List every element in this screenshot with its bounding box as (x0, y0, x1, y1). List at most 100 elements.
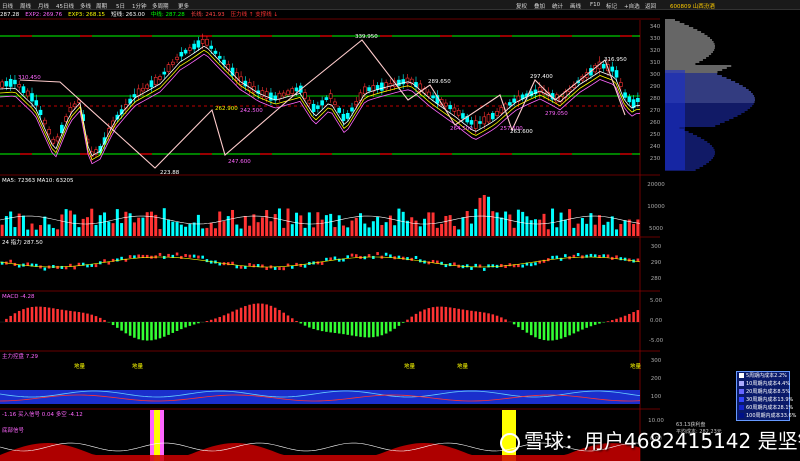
cost-legend-row: 5周期内成本2.2% (737, 372, 789, 380)
volume-bar (440, 223, 444, 236)
volume-bar (619, 224, 623, 236)
panel3-bar (448, 263, 452, 267)
volume-bar (13, 227, 17, 236)
candle-body (132, 94, 137, 98)
candle-body (427, 91, 431, 97)
volume-marker: 地量 (457, 362, 469, 370)
volume-bar (145, 212, 149, 236)
candle-body (311, 103, 316, 112)
panel3-bar (43, 267, 47, 271)
candle-body (239, 76, 243, 85)
volume-bar (346, 227, 350, 236)
panel3-bar (508, 263, 512, 267)
panel3-bar (470, 266, 473, 270)
volume-bar (235, 224, 239, 236)
candle-body (508, 102, 512, 106)
panel3-bar (184, 254, 187, 258)
panel3-bar (278, 267, 281, 271)
legend-swatch (739, 413, 744, 418)
candle-body (21, 86, 26, 93)
price-axis-label: 330 (650, 36, 661, 42)
volume-bar (423, 218, 427, 236)
macd-axis-label: 5.00 (650, 298, 663, 304)
volume-bar (371, 221, 375, 236)
volume-bar (316, 212, 320, 236)
candle-body (171, 61, 175, 65)
legend-label: 30周期内成本13.9% (746, 397, 794, 403)
price-axis-label: 240 (650, 144, 661, 150)
volume-bar (474, 208, 478, 236)
volume-bar (0, 224, 4, 236)
volume-bar (376, 216, 380, 236)
volume-bar (196, 214, 200, 236)
volume-bar (124, 211, 128, 236)
candle-body (192, 43, 196, 50)
panel3-bar (589, 253, 593, 257)
snowball-logo-icon (500, 432, 520, 453)
volume-bar (499, 217, 503, 236)
legend-swatch (739, 381, 744, 386)
volume-bar (73, 214, 77, 236)
candle-body (0, 81, 4, 88)
candle-body (47, 129, 51, 135)
panel3-bar (137, 254, 140, 258)
stock-chart[interactable]: 340 330 320 310 300 290 280 270 260 250 240 230 310.… (0, 0, 800, 461)
panel3-bar (615, 255, 618, 259)
panel3-bar (60, 265, 64, 269)
panel3-bar (551, 255, 554, 259)
volume-bar (201, 228, 205, 236)
panel3-bar (180, 255, 183, 259)
candle-body (209, 45, 213, 49)
volume-bar (260, 217, 264, 236)
volume-bar (98, 215, 102, 236)
volume-bar (179, 224, 183, 236)
panel3-bar (290, 265, 294, 269)
candle-body (55, 136, 60, 142)
volume-bar (252, 214, 256, 236)
volume-bar (43, 216, 47, 236)
panel3-bar (534, 262, 537, 266)
volume-bar (282, 227, 286, 236)
price-annotation: 279.050 (545, 111, 568, 117)
price-axis-label: 260 (650, 120, 661, 126)
volume-bar (572, 227, 576, 236)
candle-body (478, 121, 482, 124)
panel3-bar (354, 254, 358, 258)
candle-body (4, 81, 9, 87)
panel3-bar (372, 255, 375, 259)
volume-bar (205, 227, 209, 236)
candle-body (328, 93, 333, 99)
price-annotation: 297.400 (530, 74, 553, 80)
panel3-bar (273, 266, 277, 270)
volume-bar (222, 221, 226, 236)
volume-bar (111, 223, 115, 236)
volume-bar (405, 220, 409, 236)
price-annotation: 262.900 (215, 106, 238, 112)
panel3-bar (248, 263, 251, 267)
volume-bar (350, 220, 354, 236)
panel3-bar (201, 255, 204, 259)
cost-legend-row: 10周期内成本4.4% (737, 380, 790, 388)
price-axis-label: 320 (650, 48, 661, 54)
volume-bar (597, 215, 601, 236)
volume-bar (154, 214, 158, 236)
volume-bar (538, 219, 542, 236)
volume-bar (576, 223, 580, 236)
volume-bar (589, 213, 593, 236)
candle-body (495, 111, 499, 116)
price-axis-label: 230 (650, 156, 661, 162)
volume-bar (393, 225, 397, 236)
volume-bar (213, 228, 217, 236)
volume-bar (610, 216, 614, 236)
price-axis-label: 270 (650, 108, 661, 114)
volume-bar (312, 227, 316, 236)
panel3-bar (329, 257, 332, 261)
candle-body (431, 95, 435, 99)
candle-body (175, 56, 179, 60)
cost-legend-row: 100周期内成本33.6% (737, 412, 796, 420)
candle-body (179, 52, 184, 57)
candle-body (213, 50, 218, 54)
candle-body (448, 105, 452, 110)
candle-body (456, 109, 461, 116)
volume-bar (632, 223, 636, 236)
